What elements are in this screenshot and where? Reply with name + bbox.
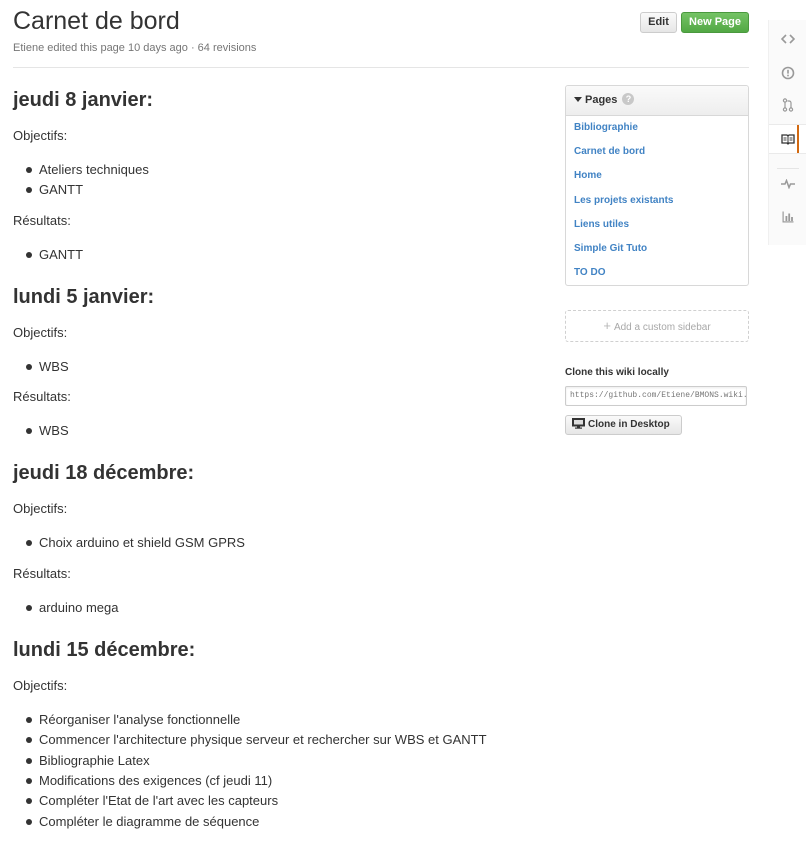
list-item: Commencer l'architecture physique serveu… (13, 730, 553, 750)
add-custom-sidebar-button[interactable]: + Add a custom sidebar (565, 310, 749, 342)
section-heading: lundi 15 décembre: (13, 639, 196, 662)
clone-in-desktop-button[interactable]: Clone in Desktop (565, 415, 682, 435)
caret-down-icon (574, 96, 582, 102)
objectifs-list: Ateliers techniques GANTT (13, 160, 553, 201)
list-item: Bibliographie Latex (13, 751, 553, 771)
resultats-label: Résultats: (13, 389, 71, 405)
pages-panel: Pages ? Bibliographie Carnet de bord Hom… (565, 85, 749, 286)
list-item: Ateliers techniques (13, 160, 553, 180)
section-heading: jeudi 18 décembre: (13, 462, 195, 485)
clone-url-input[interactable]: https://github.com/Etiene/BMONS.wiki.git (565, 386, 747, 406)
resultats-list: arduino mega (13, 598, 553, 618)
list-item: GANTT (13, 180, 553, 200)
page-link-home[interactable]: Home (574, 169, 748, 193)
repo-nav-rail (768, 20, 806, 245)
list-item: Compléter l'Etat de l'art avec les capte… (13, 791, 553, 811)
resultats-label: Résultats: (13, 565, 71, 581)
wiki-content: jeudi 8 janvier: Objectifs: Ateliers tec… (13, 88, 553, 832)
list-item: Choix arduino et shield GSM GPRS (13, 533, 553, 553)
plus-icon: + (603, 318, 611, 333)
code-icon[interactable] (769, 24, 806, 54)
objectifs-label: Objectifs: (13, 501, 68, 517)
resultats-list: GANTT (13, 245, 553, 265)
list-item: WBS (13, 357, 553, 377)
page-link-carnet-de-bord[interactable]: Carnet de bord (574, 145, 748, 169)
graphs-icon[interactable] (769, 202, 806, 232)
help-icon[interactable]: ? (622, 93, 635, 106)
page-link-simple-git-tuto[interactable]: Simple Git Tuto (574, 242, 748, 266)
section-heading: lundi 5 janvier: (13, 285, 155, 308)
list-item: GANTT (13, 245, 553, 265)
edit-button[interactable]: Edit (640, 12, 677, 33)
wiki-main: Carnet de bord Etiene edited this page 1… (0, 0, 760, 845)
objectifs-list: WBS (13, 357, 553, 377)
pages-list: Bibliographie Carnet de bord Home Les pr… (566, 116, 748, 290)
header-divider (13, 67, 749, 68)
objectifs-list: Choix arduino et shield GSM GPRS (13, 533, 553, 553)
clone-label: Clone this wiki locally (565, 367, 669, 378)
pages-panel-header[interactable]: Pages ? (566, 86, 748, 116)
list-item: Modifications des exigences (cf jeudi 11… (13, 771, 553, 791)
desktop-icon (572, 417, 585, 429)
pull-request-icon[interactable] (769, 90, 806, 120)
wiki-icon[interactable] (769, 124, 806, 154)
resultats-label: Résultats: (13, 212, 71, 228)
resultats-list: WBS (13, 421, 553, 441)
list-item: Compléter le diagramme de séquence (13, 812, 553, 832)
pulse-icon[interactable] (769, 169, 806, 199)
page-link-les-projets-existants[interactable]: Les projets existants (574, 194, 748, 218)
objectifs-list: Réorganiser l'analyse fonctionnelle Comm… (13, 710, 553, 832)
page-link-liens-utiles[interactable]: Liens utiles (574, 218, 748, 242)
list-item: WBS (13, 421, 553, 441)
list-item: arduino mega (13, 598, 553, 618)
objectifs-label: Objectifs: (13, 678, 68, 694)
page-title: Carnet de bord (13, 7, 180, 35)
new-page-button[interactable]: New Page (681, 12, 749, 33)
section-heading: jeudi 8 janvier: (13, 89, 154, 111)
objectifs-label: Objectifs: (13, 324, 68, 340)
pages-panel-title: Pages (585, 94, 618, 106)
page-link-bibliographie[interactable]: Bibliographie (574, 121, 748, 145)
page-meta: Etiene edited this page 10 days ago · 64… (13, 42, 257, 54)
list-item: Réorganiser l'analyse fonctionnelle (13, 710, 553, 730)
objectifs-label: Objectifs: (13, 128, 68, 143)
issue-icon[interactable] (769, 58, 806, 88)
page-link-to-do[interactable]: TO DO (574, 266, 748, 290)
